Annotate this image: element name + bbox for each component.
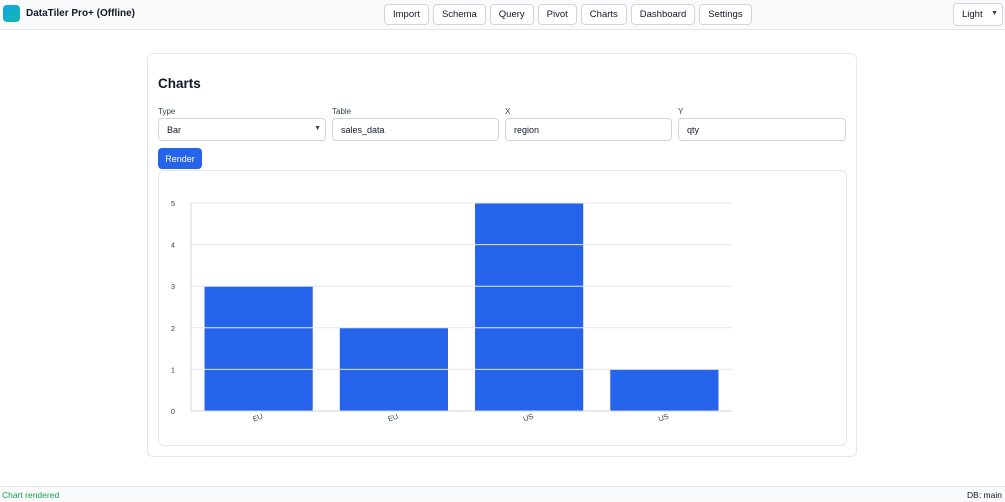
nav-import-button[interactable]: Import xyxy=(384,4,429,25)
y-tick-label: 0 xyxy=(171,407,175,416)
chart-type-value: Bar xyxy=(167,124,182,135)
chart-container: 0 1 2 3 4 5 EU EU US US xyxy=(158,170,847,446)
chart-bar xyxy=(204,286,313,411)
chart-bar xyxy=(475,203,584,411)
nav-charts-button[interactable]: Charts xyxy=(580,4,627,25)
chevron-down-icon: ▼ xyxy=(991,10,998,17)
db-indicator: DB: main xyxy=(967,490,1002,500)
app-logo-icon xyxy=(3,5,20,22)
nav-settings-button[interactable]: Settings xyxy=(699,4,752,25)
main-nav: Import Schema Query Pivot Charts Dashboa… xyxy=(384,4,752,25)
chevron-down-icon: ▼ xyxy=(314,125,321,132)
y-tick-label: 5 xyxy=(171,199,175,208)
x-tick-label: US xyxy=(657,412,670,424)
y-tick-label: 1 xyxy=(171,365,175,374)
x-input[interactable]: region xyxy=(505,118,672,141)
x-tick-label: EU xyxy=(387,412,400,424)
nav-query-button[interactable]: Query xyxy=(489,4,534,25)
nav-schema-button[interactable]: Schema xyxy=(432,4,486,25)
bar-chart: 0 1 2 3 4 5 EU EU US US xyxy=(171,199,732,424)
y-tick-label: 3 xyxy=(171,282,175,291)
top-bar: DataTiler Pro+ (Offline) Import Schema Q… xyxy=(0,0,1005,30)
nav-pivot-button[interactable]: Pivot xyxy=(537,4,577,25)
chart-type-select[interactable]: Bar ▼ xyxy=(158,118,326,141)
table-label: Table xyxy=(332,107,352,116)
page-title: Charts xyxy=(158,76,201,91)
theme-select[interactable]: Light ▼ xyxy=(953,3,1003,26)
y-tick-label: 2 xyxy=(171,324,175,333)
app-title: DataTiler Pro+ (Offline) xyxy=(26,8,136,19)
nav-dashboard-button[interactable]: Dashboard xyxy=(630,4,696,25)
y-tick-label: 4 xyxy=(171,241,175,250)
y-input-value: qty xyxy=(687,124,700,135)
theme-select-value: Light xyxy=(962,9,983,20)
charts-card: Charts Type Bar ▼ Table sales_data X reg… xyxy=(147,53,857,457)
x-label: X xyxy=(505,107,511,116)
status-message: Chart rendered xyxy=(2,490,60,500)
table-input[interactable]: sales_data xyxy=(332,118,499,141)
y-label: Y xyxy=(678,107,684,116)
render-button[interactable]: Render xyxy=(158,148,202,169)
table-input-value: sales_data xyxy=(341,124,385,135)
chart-bar xyxy=(610,369,719,411)
x-tick-label: EU xyxy=(251,412,264,424)
x-tick-label: US xyxy=(522,412,535,424)
type-label: Type xyxy=(158,107,176,116)
y-input[interactable]: qty xyxy=(678,118,846,141)
status-bar: Chart rendered DB: main xyxy=(0,486,1005,502)
x-input-value: region xyxy=(514,124,540,135)
